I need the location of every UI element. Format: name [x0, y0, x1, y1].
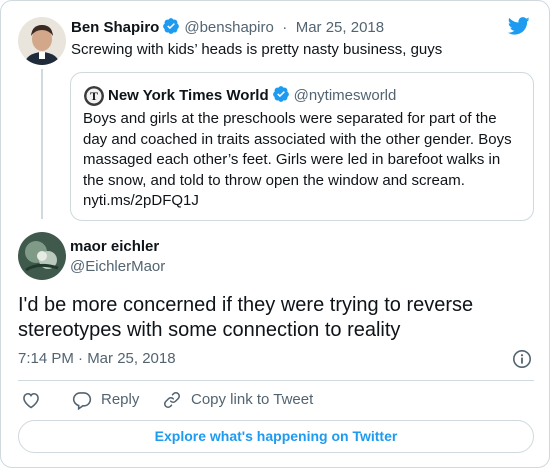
like-button[interactable]: [21, 389, 43, 411]
avatar-ben-shapiro[interactable]: [18, 17, 66, 65]
copy-link-label: Copy link to Tweet: [191, 391, 314, 408]
reply-icon: [72, 392, 92, 410]
quoted-author-name: New York Times World: [108, 87, 269, 104]
verified-badge-icon: [272, 86, 289, 102]
avatar-nyt-world: T: [84, 86, 104, 106]
reply-button[interactable]: Reply: [72, 389, 139, 411]
info-icon[interactable]: [512, 349, 532, 369]
quoted-author-handle: @nytimesworld: [293, 87, 397, 104]
avatar-maor-eichler[interactable]: [18, 232, 66, 280]
verified-badge-icon: [163, 18, 180, 34]
explore-twitter-button[interactable]: Explore what's happening on Twitter: [18, 420, 534, 453]
thread-connector-line: [41, 69, 43, 219]
main-tweet-text: I'd be more concerned if they were tryin…: [18, 294, 474, 341]
quoted-tweet-header: New York Times World @nytimesworld: [108, 85, 396, 105]
divider: [18, 380, 534, 381]
embedded-tweet-card: Ben Shapiro @benshapiro · Mar 25, 2018 Sc…: [0, 0, 550, 468]
copy-link-button[interactable]: Copy link to Tweet: [162, 389, 313, 411]
tweet-timestamp[interactable]: 7:14 PM · Mar 25, 2018: [18, 349, 176, 369]
quoted-tweet-text: Boys and girls at the preschools were se…: [83, 110, 512, 210]
main-author-name[interactable]: maor eichler: [70, 237, 159, 257]
quoted-tweet-card[interactable]: T New York Times World @nytimesworld Boys…: [70, 72, 534, 221]
parent-author-handle[interactable]: @benshapiro: [184, 19, 273, 36]
svg-text:T: T: [90, 89, 98, 103]
parent-tweet-date[interactable]: Mar 25, 2018: [296, 19, 384, 36]
reply-label: Reply: [101, 391, 140, 408]
main-author-handle[interactable]: @EichlerMaor: [70, 257, 165, 277]
link-icon: [164, 392, 180, 408]
parent-author-name[interactable]: Ben Shapiro: [71, 19, 159, 36]
twitter-bird-icon[interactable]: [507, 15, 531, 37]
separator-dot: ·: [282, 19, 288, 36]
parent-tweet-text: Screwing with kids’ heads is pretty nast…: [71, 41, 443, 58]
parent-tweet-header: Ben Shapiro @benshapiro · Mar 25, 2018: [71, 17, 384, 37]
heart-icon: [23, 392, 39, 409]
